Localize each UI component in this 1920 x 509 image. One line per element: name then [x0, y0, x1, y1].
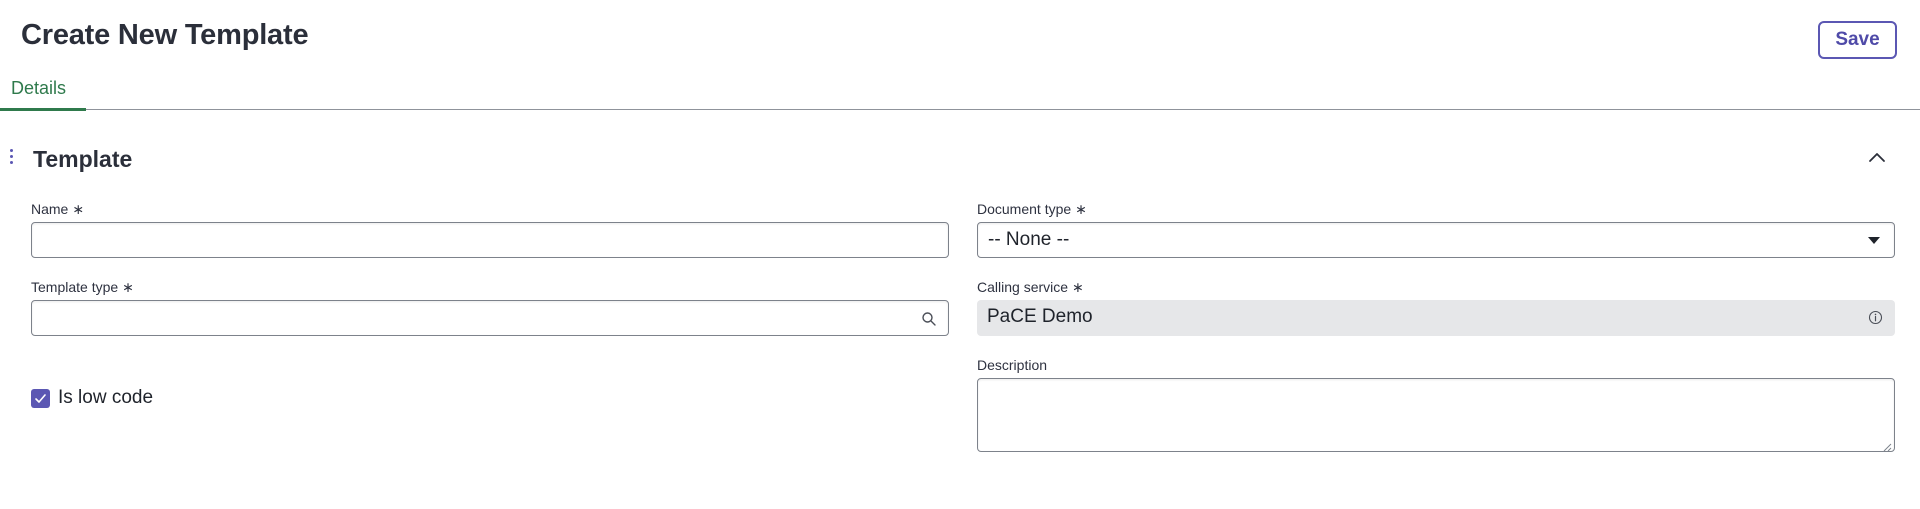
- is-low-code-checkbox[interactable]: [31, 389, 50, 408]
- calling-service-label-text: Calling service: [977, 279, 1069, 295]
- document-type-label: Document type ∗: [977, 201, 1087, 218]
- name-required-mark: ∗: [72, 201, 85, 217]
- name-input[interactable]: [31, 222, 949, 258]
- document-type-selected-value: -- None --: [988, 229, 1070, 250]
- caret-down-icon: [1868, 237, 1880, 244]
- calling-service-required-mark: ∗: [1072, 279, 1084, 295]
- name-label-text: Name: [31, 201, 69, 217]
- document-type-label-text: Document type: [977, 201, 1072, 217]
- description-label: Description: [977, 357, 1047, 373]
- search-icon: [922, 312, 936, 326]
- chevron-up-icon: [1869, 153, 1885, 162]
- template-type-input[interactable]: [31, 300, 949, 336]
- template-type-search-button[interactable]: [921, 311, 937, 327]
- create-template-page: Create New Template Save Details Templat…: [0, 0, 1920, 509]
- tab-details-label: Details: [11, 78, 67, 98]
- template-type-required-mark: ∗: [122, 279, 134, 295]
- info-icon: [1868, 310, 1883, 325]
- resize-grip-icon[interactable]: [1882, 439, 1892, 452]
- is-low-code-label[interactable]: Is low code: [58, 387, 153, 409]
- calling-service-label: Calling service ∗: [977, 279, 1084, 296]
- collapse-section-button[interactable]: [1864, 144, 1890, 170]
- template-type-label-text: Template type: [31, 279, 119, 295]
- template-type-label: Template type ∗: [31, 279, 134, 296]
- drag-handle-icon[interactable]: [9, 149, 15, 167]
- tab-active-indicator: [0, 108, 86, 111]
- document-type-select[interactable]: -- None --: [977, 222, 1895, 258]
- section-title: Template: [33, 146, 133, 172]
- description-label-text: Description: [977, 357, 1048, 373]
- page-title: Create New Template: [21, 19, 309, 51]
- calling-service-info-button[interactable]: [1868, 310, 1883, 325]
- document-type-required-mark: ∗: [1075, 201, 1087, 217]
- checkmark-icon: [35, 394, 46, 403]
- save-button[interactable]: Save: [1818, 21, 1897, 59]
- description-textarea[interactable]: [977, 378, 1895, 452]
- tab-details[interactable]: Details: [0, 78, 86, 111]
- tab-bar: Details: [0, 78, 1920, 111]
- calling-service-value: PaCE Demo: [987, 306, 1093, 327]
- calling-service-field: PaCE Demo: [977, 300, 1895, 336]
- name-label: Name ∗: [31, 201, 84, 218]
